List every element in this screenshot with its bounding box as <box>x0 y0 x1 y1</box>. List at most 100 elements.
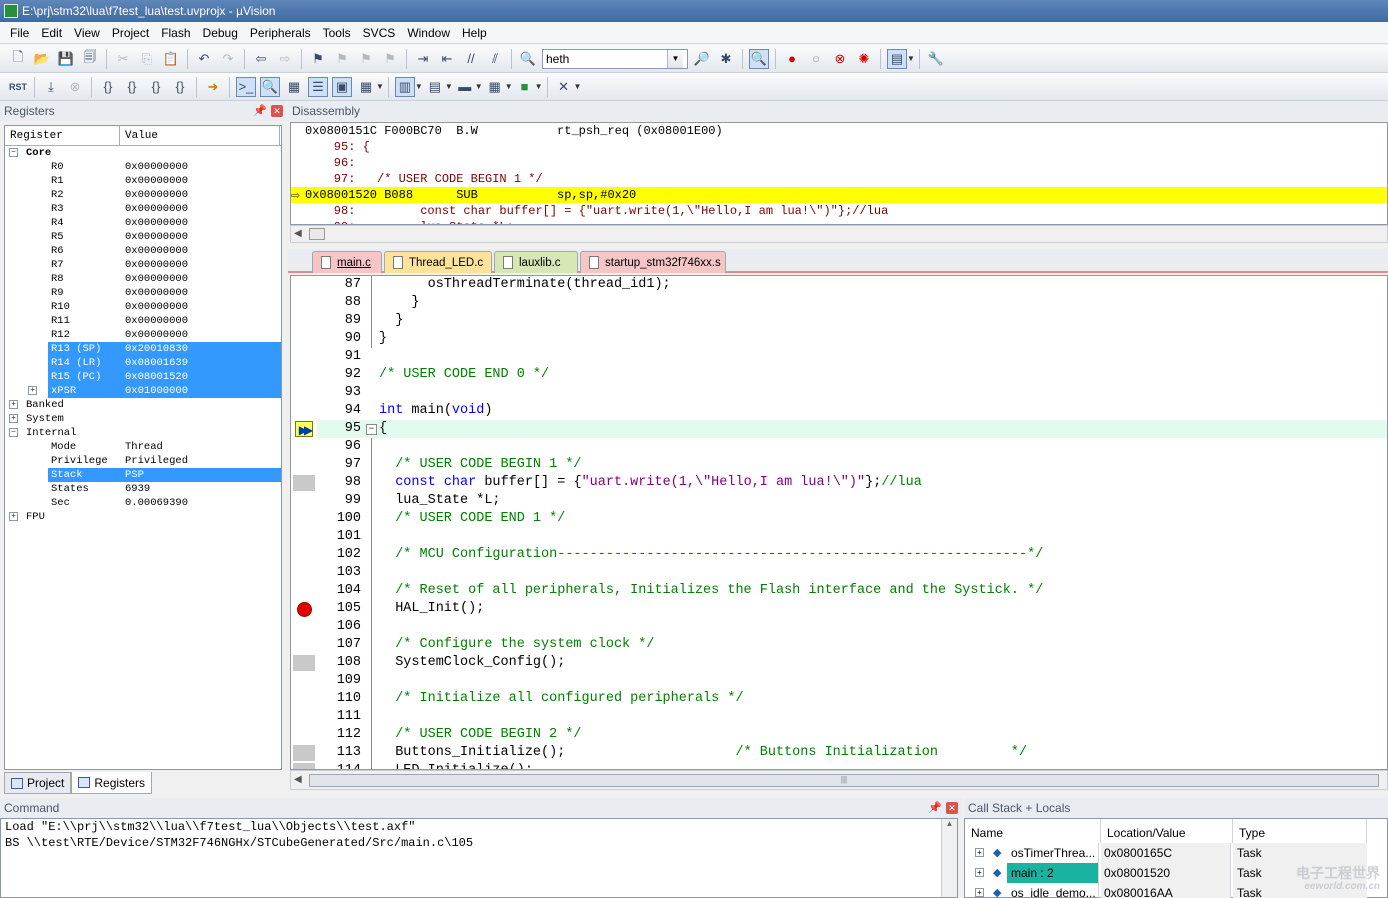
code-line[interactable]: 110 /* Initialize all configured periphe… <box>317 690 1387 708</box>
register-row[interactable]: − Core <box>5 146 281 160</box>
register-value[interactable]: 0x20010830 <box>125 343 188 355</box>
expand-icon[interactable]: + <box>975 868 984 877</box>
symbols-window-icon[interactable]: ▦ <box>284 77 304 97</box>
register-value[interactable]: 0x08001520 <box>125 371 188 383</box>
register-value[interactable]: 0x00000000 <box>125 217 188 229</box>
register-row[interactable]: States 6939 <box>5 482 281 496</box>
uncomment-icon[interactable]: ⫽ <box>485 49 505 69</box>
disassembly-line[interactable]: 95: { <box>291 139 1387 155</box>
register-value[interactable]: 0x00000000 <box>125 287 188 299</box>
find-dropdown-icon[interactable]: ▼ <box>667 49 683 68</box>
memory-window-icon[interactable]: ▥ <box>394 76 415 97</box>
disassembly-view[interactable]: 0x0800151C F000BC70 B.W rt_psh_req (0x08… <box>290 122 1388 225</box>
register-row[interactable]: Privilege Privileged <box>5 454 281 468</box>
register-row[interactable]: R11 0x00000000 <box>5 314 281 328</box>
run-to-cursor-icon[interactable]: {} <box>170 77 190 97</box>
register-row[interactable]: + FPU <box>5 510 281 524</box>
step-out-icon[interactable]: {} <box>146 77 166 97</box>
code-line[interactable]: 108 SystemClock_Config(); <box>317 654 1387 672</box>
save-all-icon[interactable]: 🗐 <box>80 49 100 69</box>
menu-edit[interactable]: Edit <box>35 26 68 40</box>
menu-file[interactable]: File <box>4 26 35 40</box>
kill-all-breakpoints-icon[interactable]: ✺ <box>854 49 874 69</box>
debug-session-icon[interactable]: 🔍 <box>749 48 769 69</box>
find-icon[interactable]: 🔎 <box>692 49 712 69</box>
editor-tab-lauxlib-c[interactable]: lauxlib.c <box>494 251 578 273</box>
system-viewer-icon[interactable]: ■ <box>515 77 535 97</box>
register-value[interactable]: 0.00069390 <box>125 497 188 509</box>
step-over-icon[interactable]: {} <box>122 77 142 97</box>
code-line[interactable]: 97 /* USER CODE BEGIN 1 */ <box>317 456 1387 474</box>
register-row[interactable]: R6 0x00000000 <box>5 244 281 258</box>
value-column-header[interactable]: Value <box>120 126 280 145</box>
code-line[interactable]: 103 <box>317 564 1387 582</box>
analysis-window-icon[interactable]: ▬ <box>455 77 475 97</box>
register-row[interactable]: R5 0x00000000 <box>5 230 281 244</box>
menu-tools[interactable]: Tools <box>317 26 357 40</box>
collapse-icon[interactable]: − <box>9 428 18 437</box>
code-line[interactable]: 105 HAL_Init(); <box>317 600 1387 618</box>
navigate-forward-icon[interactable]: ⇨ <box>275 49 295 69</box>
register-value[interactable]: 0x00000000 <box>125 231 188 243</box>
register-row[interactable]: R7 0x00000000 <box>5 258 281 272</box>
executable-line-marker[interactable] <box>293 763 315 769</box>
register-row[interactable]: + xPSR 0x01000000 <box>5 384 281 398</box>
tab-project[interactable]: Project <box>4 772 72 794</box>
menu-view[interactable]: View <box>68 26 106 40</box>
call-stack-window-icon[interactable]: ▣ <box>332 76 352 97</box>
tab-registers[interactable]: Registers <box>71 772 153 794</box>
code-line[interactable]: 104 /* Reset of all peripherals, Initial… <box>317 582 1387 600</box>
code-line[interactable]: 91 <box>317 348 1387 366</box>
navigate-back-icon[interactable]: ⇦ <box>251 49 271 69</box>
indent-icon[interactable]: ⇥ <box>413 49 433 69</box>
watch-window-icon[interactable]: ▦ <box>356 77 376 97</box>
register-value[interactable]: Privileged <box>125 455 188 467</box>
window-layout-icon[interactable]: ▤ <box>887 48 907 69</box>
register-value[interactable]: 0x00000000 <box>125 273 188 285</box>
code-line[interactable]: 88 } <box>317 294 1387 312</box>
register-row[interactable]: Stack PSP <box>5 468 281 482</box>
editor-horizontal-scrollbar[interactable]: ◀ ||| <box>290 770 1388 790</box>
menu-peripherals[interactable]: Peripherals <box>244 26 317 40</box>
executable-line-marker[interactable] <box>293 745 315 761</box>
code-line[interactable]: 106 <box>317 618 1387 636</box>
menu-window[interactable]: Window <box>401 26 456 40</box>
register-value[interactable]: 0x00000000 <box>125 329 188 341</box>
executable-line-marker[interactable] <box>293 655 315 671</box>
register-value[interactable]: 0x00000000 <box>125 161 188 173</box>
code-line[interactable]: 90} <box>317 330 1387 348</box>
editor-tab-main-c[interactable]: main.c <box>312 251 382 273</box>
fold-collapse-icon[interactable]: − <box>366 424 377 435</box>
new-file-icon[interactable]: 🗋 <box>8 49 28 69</box>
scrollbar-thumb[interactable] <box>309 228 325 240</box>
executable-line-marker[interactable] <box>293 475 315 491</box>
breakpoint-icon[interactable] <box>293 601 315 617</box>
run-icon[interactable]: ⤓ <box>41 77 61 97</box>
collapse-icon[interactable]: − <box>9 148 18 157</box>
expand-icon[interactable]: + <box>9 512 18 521</box>
code-line[interactable]: 102 /* MCU Configuration----------------… <box>317 546 1387 564</box>
menu-flash[interactable]: Flash <box>155 26 196 40</box>
register-row[interactable]: R3 0x00000000 <box>5 202 281 216</box>
find-combobox[interactable]: ▼ <box>542 48 688 69</box>
register-row[interactable]: R2 0x00000000 <box>5 188 281 202</box>
register-row[interactable]: Sec 0.00069390 <box>5 496 281 510</box>
expand-icon[interactable]: + <box>975 848 984 857</box>
register-value[interactable]: 0x00000000 <box>125 245 188 257</box>
current-instruction-line[interactable]: ⇨ 0x08001520 B088 SUB sp,sp,#0x20 <box>291 187 1387 203</box>
menu-debug[interactable]: Debug <box>197 26 244 40</box>
expand-icon[interactable]: + <box>28 386 37 395</box>
code-line[interactable]: 112 /* USER CODE BEGIN 2 */ <box>317 726 1387 744</box>
register-row[interactable]: R14 (LR) 0x08001639 <box>5 356 281 370</box>
unindent-icon[interactable]: ⇤ <box>437 49 457 69</box>
reset-icon[interactable]: RST <box>8 77 28 97</box>
comment-icon[interactable]: // <box>461 49 481 69</box>
name-column-header[interactable]: Name <box>965 819 1101 843</box>
current-code-line[interactable]: 95−{ <box>317 420 1387 438</box>
disassembly-line[interactable]: 96: <box>291 155 1387 171</box>
incremental-find-icon[interactable]: ✱ <box>716 49 736 69</box>
find-input[interactable] <box>543 51 667 66</box>
register-column-header[interactable]: Register <box>5 126 120 145</box>
registers-window-icon[interactable]: ☰ <box>308 76 328 97</box>
code-line[interactable]: 114 LED_Initialize(); <box>317 762 1387 769</box>
